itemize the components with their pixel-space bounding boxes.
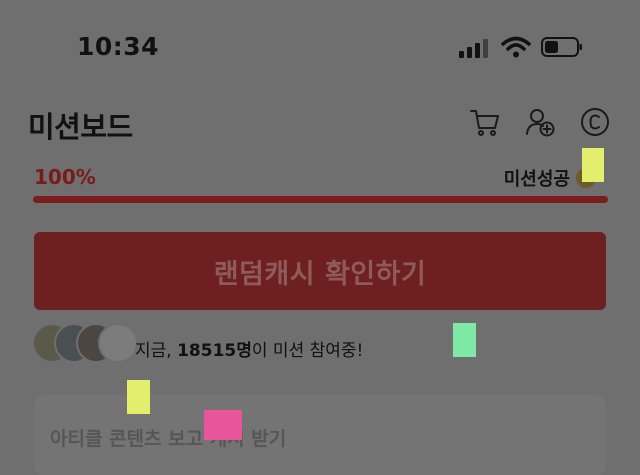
progress-bar-fill: [33, 196, 608, 203]
cart-icon[interactable]: [469, 106, 501, 138]
avatar: [98, 323, 138, 363]
progress-percent: 100%: [34, 165, 96, 189]
random-cash-button-label: 랜덤캐시 확인하기: [213, 258, 427, 290]
page-title: 미션보드: [28, 110, 133, 144]
participants-count: 18515명: [177, 341, 252, 361]
mission-board-screen: 10:34 미션보드 100% 미션성공 랜덤캐시 확인하기 지금, 18515…: [0, 0, 640, 475]
add-friend-icon[interactable]: [524, 106, 556, 138]
random-cash-button[interactable]: 랜덤캐시 확인하기: [34, 232, 606, 310]
progress-bar: [33, 196, 608, 203]
wifi-icon: [501, 36, 531, 58]
signal-icon: [459, 38, 491, 58]
mission-status-label: 미션성공: [503, 169, 570, 190]
participants-count-text: 지금, 18515명이 미션 참여중!: [135, 336, 363, 361]
cash-icon[interactable]: [579, 106, 611, 138]
participants-prefix: 지금,: [135, 341, 178, 361]
green-marker: [453, 323, 476, 357]
status-time: 10:34: [77, 32, 160, 61]
battery-icon: [541, 37, 582, 57]
participant-avatars: [32, 323, 142, 363]
yellow-marker: [582, 148, 604, 182]
yellow-marker: [127, 380, 150, 414]
article-mission-text: 아티클 콘텐츠 보고 캐시 받기: [50, 428, 287, 450]
participants-suffix: 이 미션 참여중!: [251, 341, 364, 361]
pink-marker: [204, 410, 242, 440]
